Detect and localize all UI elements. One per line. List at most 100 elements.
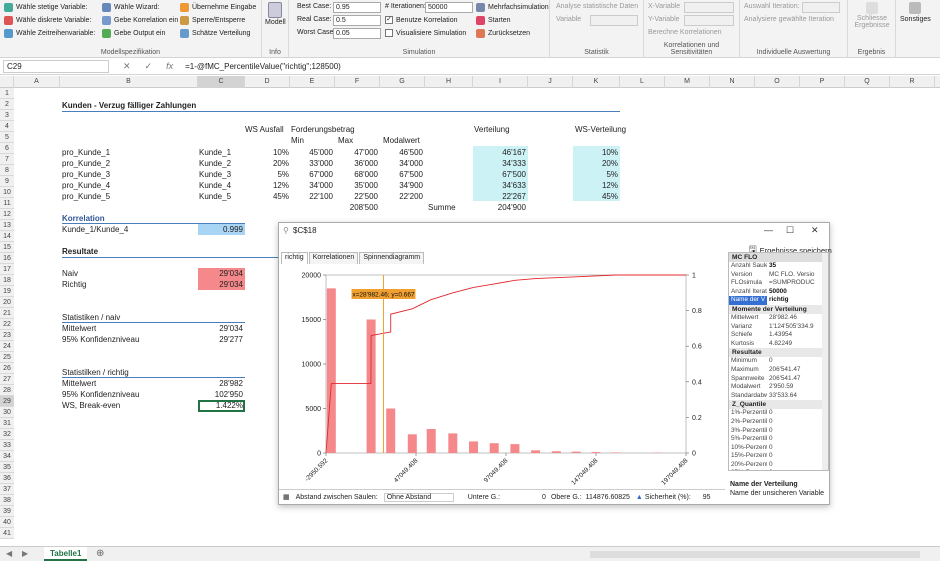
- panel-row[interactable]: Schiefe 1.43954: [729, 331, 828, 340]
- panel-row[interactable]: FLOsimula =SUMPRODUC: [729, 279, 828, 288]
- konfidenz-naiv-value[interactable]: 29'277: [198, 334, 243, 345]
- header-max[interactable]: Max: [338, 135, 353, 146]
- row-header[interactable]: 24: [0, 341, 14, 352]
- kunde-cell-ws[interactable]: 10%: [245, 147, 289, 158]
- row-header[interactable]: 12: [0, 209, 14, 220]
- properties-panel[interactable]: MC FLO Anzahl Saule 35 Version MC FLO. Vers…: [728, 252, 829, 471]
- multi-simulation-button[interactable]: Mehrfachsimulation: [476, 3, 549, 12]
- row-header[interactable]: 23: [0, 330, 14, 341]
- col-header-k[interactable]: K: [573, 76, 620, 88]
- header-forderungsbetrag[interactable]: Forderungsbetrag: [291, 124, 355, 135]
- select-all-corner[interactable]: [0, 76, 14, 88]
- row-header[interactable]: 9: [0, 176, 14, 187]
- x-variable-select[interactable]: [684, 2, 734, 13]
- kunde-cell-modal[interactable]: 46'500: [380, 147, 423, 158]
- konfidenz-naiv-label[interactable]: 95% Konfidenzniveau: [62, 334, 139, 345]
- header-modalwert[interactable]: Modalwert: [383, 135, 420, 146]
- kunde-cell-wsv[interactable]: 45%: [573, 191, 618, 202]
- y-variable-select[interactable]: [684, 15, 734, 26]
- richtig-value[interactable]: 29'034: [198, 279, 243, 290]
- header-ws-ausfall[interactable]: WS Ausfall: [245, 124, 284, 135]
- row-header[interactable]: 32: [0, 429, 14, 440]
- maximize-icon[interactable]: ☐: [786, 225, 794, 236]
- panel-row[interactable]: 15%-Perzent 0: [729, 452, 828, 461]
- panel-row[interactable]: Modalwert 2'950.59: [729, 383, 828, 392]
- kunde-cell-min[interactable]: 33'000: [290, 158, 333, 169]
- kunde-cell-min[interactable]: 22'100: [290, 191, 333, 202]
- mittelwert-naiv-value[interactable]: 29'034: [198, 323, 243, 334]
- worst-case-input[interactable]: 0.05: [333, 28, 381, 39]
- name-box[interactable]: C29: [3, 59, 109, 73]
- panel-row[interactable]: 1%-Perzentil 0: [729, 409, 828, 418]
- untere-value[interactable]: 0: [542, 494, 546, 501]
- panel-row[interactable]: 2%-Perzentil 0: [729, 418, 828, 427]
- row-header[interactable]: 25: [0, 352, 14, 363]
- kunde-cell-b[interactable]: Kunde_2: [199, 158, 231, 169]
- row-header[interactable]: 10: [0, 187, 14, 198]
- row-header[interactable]: 35: [0, 462, 14, 473]
- kunde-cell-ws[interactable]: 45%: [245, 191, 289, 202]
- add-sheet-icon[interactable]: ⊕: [96, 548, 104, 559]
- col-header-q[interactable]: Q: [845, 76, 890, 88]
- row-header[interactable]: 28: [0, 385, 14, 396]
- row-header[interactable]: 2: [0, 99, 14, 110]
- kunde-cell-wsv[interactable]: 20%: [573, 158, 618, 169]
- row-header[interactable]: 29: [0, 396, 14, 407]
- use-correlation-checkbox[interactable]: ✓ Benutze Korrelation: [385, 16, 457, 24]
- row-header[interactable]: 33: [0, 440, 14, 451]
- panel-row[interactable]: Mittelwert 28'982.46: [729, 314, 828, 323]
- panel-row[interactable]: 3%-Perzentil 0: [729, 427, 828, 436]
- kunde-cell-wsv[interactable]: 5%: [573, 169, 618, 180]
- close-results-button[interactable]: Schliesse Ergebnisse: [852, 2, 892, 29]
- header-verteilung[interactable]: Verteilung: [474, 124, 510, 135]
- kunde-cell-vert[interactable]: 46'167: [473, 147, 526, 158]
- summe-label[interactable]: Summe: [428, 202, 456, 213]
- iteration-input[interactable]: [802, 2, 840, 13]
- col-header-f[interactable]: F: [335, 76, 380, 88]
- kunde-cell-b[interactable]: Kunde_3: [199, 169, 231, 180]
- col-header-a[interactable]: A: [14, 76, 60, 88]
- row-header[interactable]: 20: [0, 297, 14, 308]
- panel-row[interactable]: 20%-Perzent 0: [729, 461, 828, 470]
- col-header-b[interactable]: B: [60, 76, 198, 88]
- cancel-icon[interactable]: ✕: [123, 61, 131, 72]
- sheet-title[interactable]: Kunden - Verzug fälliger Zahlungen: [62, 100, 196, 111]
- kunde-cell-min[interactable]: 45'000: [290, 147, 333, 158]
- kunde-cell-vert[interactable]: 34'333: [473, 158, 526, 169]
- grid-icon[interactable]: ▦: [283, 493, 290, 501]
- row-header[interactable]: 7: [0, 154, 14, 165]
- col-header-m[interactable]: M: [665, 76, 710, 88]
- panel-row[interactable]: Name der Vrichtig: [729, 296, 828, 305]
- estimate-distribution-button[interactable]: Schätze Verteilung: [180, 29, 250, 38]
- kunde-cell-b[interactable]: Kunde_1: [199, 147, 231, 158]
- col-header-d[interactable]: D: [245, 76, 290, 88]
- kunde-cell-max[interactable]: 47'000: [335, 147, 378, 158]
- sum-verteilung[interactable]: 204'900: [473, 202, 526, 213]
- col-header-o[interactable]: O: [755, 76, 800, 88]
- kunde-cell-vert[interactable]: 67'500: [473, 169, 526, 180]
- mittelwert-naiv-label[interactable]: Mittelwert: [62, 323, 96, 334]
- naiv-label[interactable]: Naiv: [62, 268, 78, 279]
- header-ws-verteilung[interactable]: WS-Verteilung: [575, 124, 626, 135]
- function-icon[interactable]: fx: [166, 61, 173, 71]
- prev-sheet-icon[interactable]: ◀: [6, 549, 12, 558]
- panel-row[interactable]: Anzahl Iterati 50000: [729, 288, 828, 297]
- konfidenz-richtig-value[interactable]: 102'950: [198, 389, 243, 400]
- tab-korrelationen[interactable]: Korrelationen: [308, 252, 359, 264]
- row-header[interactable]: 19: [0, 286, 14, 297]
- row-header[interactable]: 11: [0, 198, 14, 209]
- row-header[interactable]: 41: [0, 528, 14, 539]
- break-even-label[interactable]: WS, Break-even: [62, 400, 120, 411]
- row-header[interactable]: 31: [0, 418, 14, 429]
- sicherheit-value[interactable]: 95: [703, 494, 711, 501]
- panel-row[interactable]: Maximum 206'541.47: [729, 366, 828, 375]
- close-icon[interactable]: ✕: [811, 225, 819, 236]
- select-discrete-variable[interactable]: Wähle diskrete Variable:: [4, 16, 91, 25]
- kunde-cell-b[interactable]: Kunde_4: [199, 180, 231, 191]
- kunde-cell-modal[interactable]: 34'000: [380, 158, 423, 169]
- col-header-l[interactable]: L: [620, 76, 665, 88]
- kunde-cell-wsv[interactable]: 12%: [573, 180, 618, 191]
- kunde-cell-vert[interactable]: 22'267: [473, 191, 526, 202]
- row-header[interactable]: 8: [0, 165, 14, 176]
- panel-row[interactable]: 5%-Perzentil 0: [729, 435, 828, 444]
